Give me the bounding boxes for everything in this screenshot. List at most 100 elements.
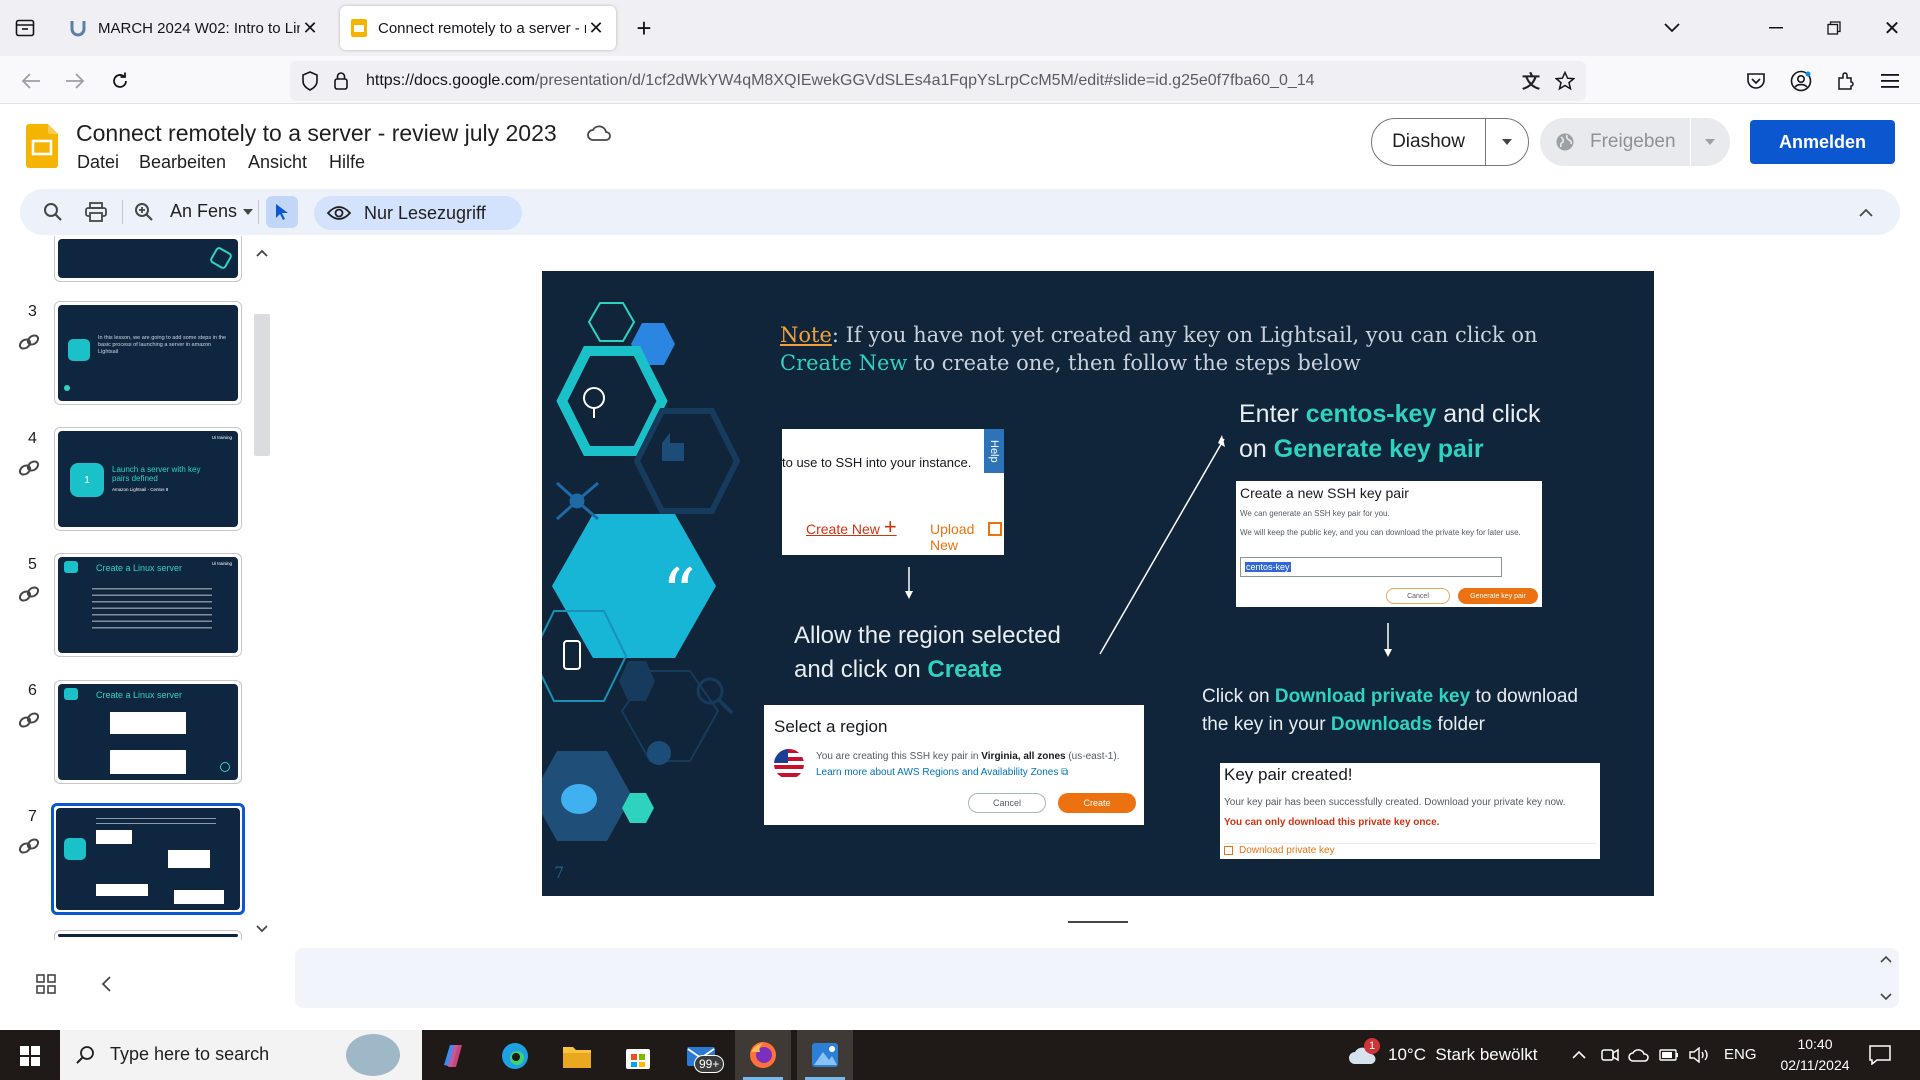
tab-overflow-chevron-icon[interactable] <box>1660 16 1684 40</box>
tab-connect-remotely[interactable]: Connect remotely to a server - r ✕ <box>340 6 616 50</box>
region-learn-more-link[interactable]: Learn more about AWS Regions and Availab… <box>816 767 1068 778</box>
search-menus-icon[interactable] <box>42 201 64 223</box>
slide-number: 5 <box>28 556 37 573</box>
back-arrow-icon[interactable] <box>18 70 44 92</box>
download-private-key-button[interactable]: Download private key <box>1224 845 1335 856</box>
notes-scroll-down-icon[interactable] <box>1878 990 1894 1004</box>
slide-thumbnail-5[interactable]: Create a Linux server Ui training <box>54 553 242 657</box>
select-cursor-icon[interactable] <box>266 196 298 228</box>
store-icon[interactable] <box>623 1042 653 1072</box>
menu-help[interactable]: Hilfe <box>329 152 365 173</box>
link-icon <box>17 710 41 730</box>
slides-favicon-icon <box>350 18 368 38</box>
share-button-group: Freigeben <box>1540 118 1730 166</box>
slide-thumbnail-2[interactable] <box>54 236 242 282</box>
tracking-shield-icon[interactable] <box>300 71 320 91</box>
menu-edit[interactable]: Bearbeiten <box>139 152 226 173</box>
tab-intro-linux[interactable]: MARCH 2024 W02: Intro to Linu ✕ <box>58 6 330 50</box>
signin-button[interactable]: Anmelden <box>1750 120 1895 164</box>
slides-logo-icon[interactable] <box>26 124 58 168</box>
document-title[interactable]: Connect remotely to a server - review ju… <box>76 120 557 147</box>
menu-view[interactable]: Ansicht <box>248 152 307 173</box>
notes-resize-handle[interactable] <box>1068 921 1128 923</box>
clock[interactable]: 10:40 02/11/2024 <box>1780 1034 1850 1076</box>
slide-thumbnail-6[interactable]: Create a Linux server <box>54 680 242 784</box>
generate-keypair-button[interactable]: Generate key pair <box>1458 588 1538 604</box>
slide-number: 4 <box>28 430 37 447</box>
scroll-thumb[interactable] <box>254 314 270 456</box>
pocket-icon[interactable] <box>1744 69 1768 93</box>
tab-title: Connect remotely to a server - r <box>378 19 586 37</box>
share-dropdown-icon[interactable] <box>1691 139 1729 145</box>
minimize-window-icon[interactable] <box>1764 16 1788 40</box>
new-tab-icon[interactable]: + <box>630 13 658 43</box>
slide-thumbnail-3[interactable]: In this lesson, we are going to add some… <box>54 301 242 405</box>
notification-center-icon[interactable] <box>1868 1044 1892 1066</box>
tab-list-icon[interactable] <box>12 16 38 40</box>
region-create-button[interactable]: Create <box>1058 793 1136 813</box>
edge-icon[interactable] <box>499 1040 531 1072</box>
account-icon[interactable] <box>1788 68 1814 94</box>
toolbar-divider <box>122 200 123 224</box>
close-tab-icon[interactable]: ✕ <box>300 18 320 39</box>
close-window-icon[interactable]: ✕ <box>1880 16 1904 40</box>
windows-start-icon[interactable] <box>18 1044 42 1068</box>
step-region-text: Allow the region selected and click on C… <box>794 619 1124 687</box>
scroll-up-icon[interactable] <box>256 248 268 258</box>
copilot-icon[interactable] <box>437 1040 469 1072</box>
step-download-prefix2: the key in your <box>1202 714 1331 735</box>
keypair-cancel-button[interactable]: Cancel <box>1386 588 1450 604</box>
translate-icon[interactable]: 文 <box>1520 70 1542 92</box>
close-tab-icon[interactable]: ✕ <box>586 18 606 39</box>
photos-taskbar-button[interactable] <box>797 1030 853 1080</box>
thumb-title: Create a Linux server <box>96 563 183 573</box>
language-indicator[interactable]: ENG <box>1724 1046 1757 1063</box>
file-explorer-icon[interactable] <box>561 1042 593 1070</box>
battery-icon[interactable] <box>1658 1045 1680 1065</box>
grid-view-icon[interactable] <box>34 972 58 996</box>
screenshot-card <box>168 850 210 868</box>
slide-thumbnail-4[interactable]: 1 Launch a server with key pairs defined… <box>54 427 242 531</box>
extensions-icon[interactable] <box>1834 69 1858 93</box>
cloud-saved-icon[interactable] <box>586 122 612 144</box>
region-line-text: You are creating this SSH key pair in <box>816 751 982 762</box>
keypair-name-input[interactable]: centos-key <box>1240 557 1502 577</box>
slide-thumbnail-7[interactable] <box>51 803 245 915</box>
taskbar-search-box[interactable]: Type here to search <box>60 1030 422 1080</box>
address-bar[interactable]: https://docs.google.com/presentation/d/1… <box>290 61 1586 101</box>
search-placeholder: Type here to search <box>110 1044 270 1064</box>
meet-now-icon[interactable] <box>1600 1045 1620 1065</box>
reload-icon[interactable] <box>108 69 132 93</box>
firefox-taskbar-button[interactable] <box>735 1030 791 1080</box>
forward-arrow-icon[interactable] <box>62 70 88 92</box>
weather-text[interactable]: 10°C Stark bewölkt <box>1388 1045 1537 1065</box>
onedrive-icon[interactable] <box>1628 1045 1650 1065</box>
collapse-toolbar-chevron-icon[interactable] <box>1854 202 1878 224</box>
speaker-notes-area[interactable] <box>295 948 1899 1008</box>
collapse-panel-chevron-icon[interactable] <box>96 974 116 994</box>
share-button[interactable]: Freigeben <box>1590 131 1676 153</box>
slideshow-button[interactable]: Diashow <box>1372 131 1485 153</box>
zoom-icon[interactable] <box>132 201 156 223</box>
step-region-line1: Allow the region selected <box>794 622 1061 649</box>
slide-thumbnail-8[interactable] <box>54 930 242 940</box>
print-icon[interactable] <box>84 201 108 223</box>
region-cancel-button[interactable]: Cancel <box>968 793 1046 813</box>
zoom-select[interactable]: An Fens <box>170 201 254 222</box>
readonly-badge[interactable]: Nur Lesezugriff <box>314 196 522 230</box>
slideshow-dropdown-icon[interactable] <box>1486 119 1528 165</box>
notes-scroll-up-icon[interactable] <box>1878 952 1894 966</box>
filmstrip-scrollbar[interactable] <box>250 244 274 940</box>
lock-icon[interactable] <box>332 71 350 91</box>
scroll-down-icon[interactable] <box>256 924 268 934</box>
create-keypair-card: Create a new SSH key pair We can generat… <box>1236 481 1542 607</box>
keypair-card-title: Create a new SSH key pair <box>1240 485 1409 501</box>
tray-chevron-up-icon[interactable] <box>1570 1046 1588 1064</box>
screenshot-card <box>110 750 186 774</box>
screenshot-card <box>174 890 224 904</box>
bookmark-star-icon[interactable] <box>1554 70 1576 92</box>
menu-file[interactable]: Datei <box>77 152 119 173</box>
restore-window-icon[interactable] <box>1822 16 1846 40</box>
volume-icon[interactable] <box>1688 1045 1710 1065</box>
hamburger-menu-icon[interactable] <box>1878 69 1902 93</box>
